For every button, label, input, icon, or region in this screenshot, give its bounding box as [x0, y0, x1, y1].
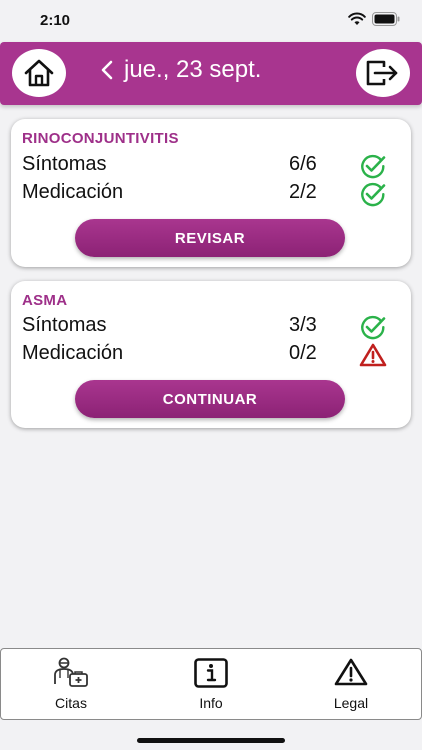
list-item: Síntomas 6/6 [22, 153, 400, 181]
doctor-appointment-icon [54, 657, 88, 687]
card-title: ASMA [22, 292, 68, 309]
tab-bar: Citas Info Legal [0, 648, 422, 720]
wifi-icon [348, 12, 366, 25]
row-label: Medicación [22, 342, 124, 364]
tab-label: Info [199, 695, 223, 711]
tab-citas[interactable]: Citas [1, 649, 141, 719]
row-count: 0/2 [289, 342, 317, 364]
list-item: Medicación 0/2 [22, 342, 400, 370]
row-count: 3/3 [289, 314, 317, 336]
status-time: 2:10 [40, 12, 71, 29]
logout-button[interactable] [356, 49, 410, 97]
home-indicator[interactable] [137, 738, 285, 743]
status-icons [348, 12, 400, 26]
home-button[interactable] [12, 49, 66, 97]
check-circle-icon [361, 315, 386, 340]
list-item: Síntomas 3/3 [22, 314, 400, 342]
check-circle-icon [361, 182, 386, 207]
logout-icon [366, 60, 398, 86]
tab-label: Legal [333, 695, 369, 711]
home-icon [24, 59, 54, 87]
date-label: jue., 23 sept. [124, 56, 262, 83]
date-navigation[interactable]: jue., 23 sept. [100, 56, 261, 84]
chevron-left-icon[interactable] [100, 59, 114, 81]
continuar-button[interactable]: CONTINUAR [75, 380, 345, 418]
battery-icon [372, 12, 400, 26]
row-label: Síntomas [22, 314, 107, 336]
tab-legal[interactable]: Legal [281, 649, 421, 719]
revisar-button[interactable]: REVISAR [75, 219, 345, 257]
warning-icon [334, 658, 368, 686]
list-item: Medicación 2/2 [22, 181, 400, 209]
warning-icon [359, 343, 387, 367]
tab-label: Citas [55, 695, 87, 711]
row-label: Medicación [22, 181, 124, 203]
check-circle-icon [361, 154, 386, 179]
info-icon [194, 658, 228, 688]
asma-card: ASMA Síntomas 3/3 Medicación 0/2 CONTINU… [11, 281, 411, 428]
rinoconjuntivitis-card: RINOCONJUNTIVITIS Síntomas 6/6 Medicació… [11, 119, 411, 267]
status-bar: 2:10 [0, 0, 422, 42]
tab-info[interactable]: Info [141, 649, 281, 719]
row-label: Síntomas [22, 153, 107, 175]
card-title: RINOCONJUNTIVITIS [22, 130, 179, 147]
row-count: 2/2 [289, 181, 317, 203]
row-count: 6/6 [289, 153, 317, 175]
header-bar: jue., 23 sept. [0, 42, 422, 105]
